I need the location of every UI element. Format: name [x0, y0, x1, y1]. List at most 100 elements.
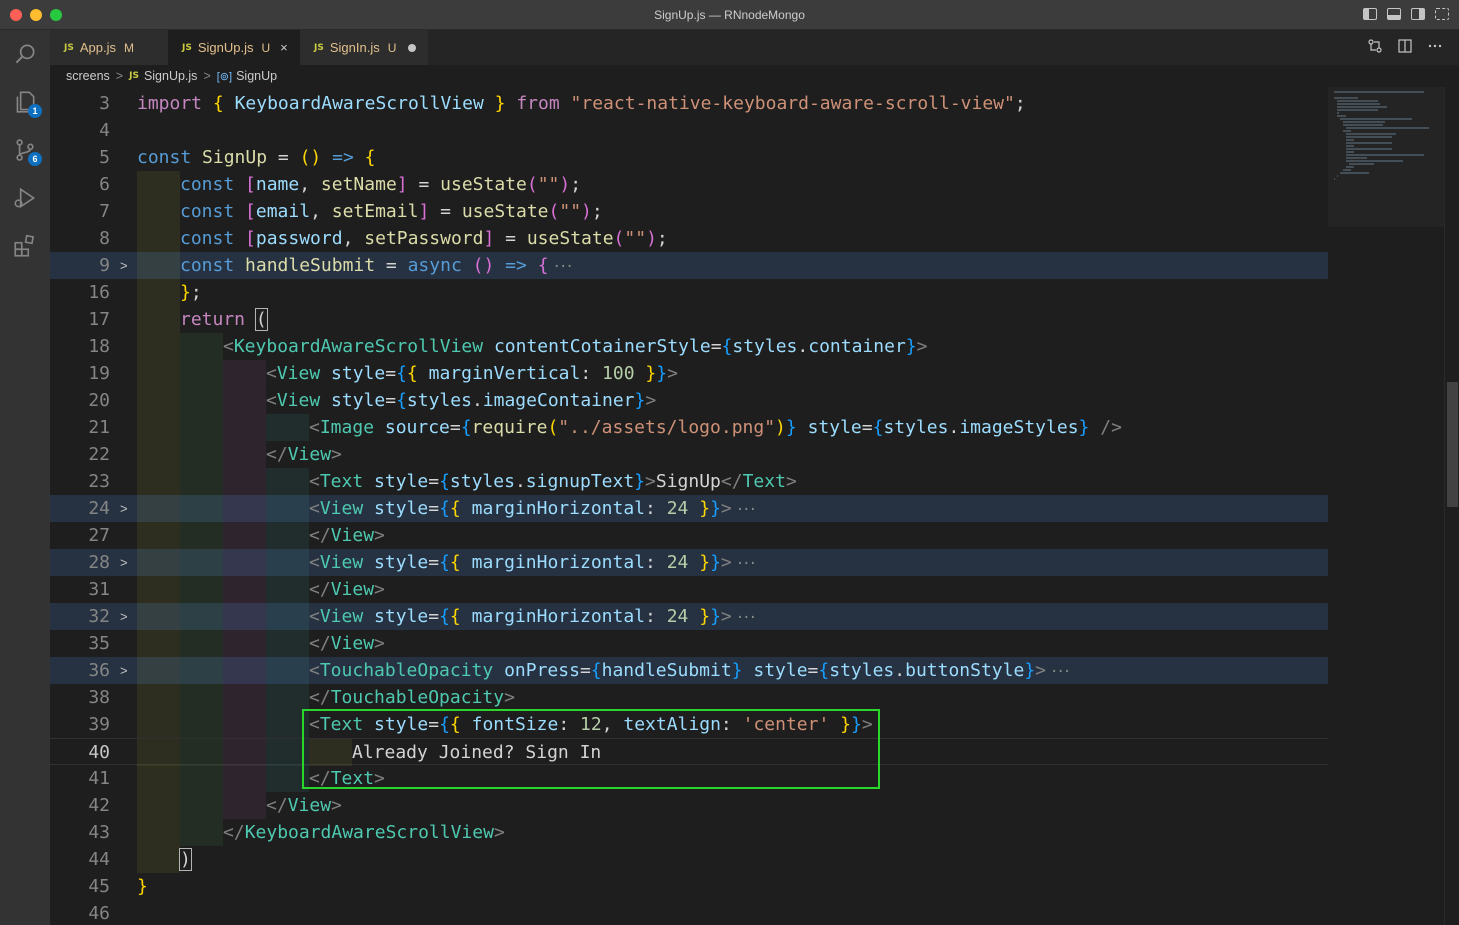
code-line[interactable]: 32 > <View style={{ marginHorizontal: 24 }…	[50, 603, 1328, 630]
code-token: ;	[656, 228, 668, 249]
code-line[interactable]: 36 > <TouchableOpacity onPress={handleSubm…	[50, 657, 1328, 684]
code-token: ()	[299, 147, 322, 168]
line-number: 21	[88, 417, 110, 438]
code-token: :	[645, 552, 667, 573]
minimap-line	[1346, 166, 1354, 168]
run-debug-activity[interactable]	[0, 174, 50, 222]
code-line[interactable]: 24 > <View style={{ marginHorizontal: 24 }…	[50, 495, 1328, 522]
fold-chevron-icon[interactable]: >	[120, 603, 128, 630]
code-token: SignUp	[655, 471, 721, 492]
folded-ellipsis-icon: ···	[1050, 664, 1071, 680]
unsaved-dot-icon[interactable]	[408, 43, 417, 52]
fold-chevron-icon[interactable]: >	[120, 657, 128, 684]
indent-guide	[266, 684, 309, 711]
code-line[interactable]: 44)	[50, 846, 1328, 873]
indent-guide	[137, 792, 180, 819]
code-line[interactable]: 21 <Image source={require("../assets/logo…	[50, 414, 1328, 441]
source-control-activity[interactable]: 6	[0, 126, 50, 174]
toggle-secondary-sidebar-icon[interactable]	[1411, 8, 1425, 20]
code-line[interactable]: 3 import { KeyboardAwareScrollView } from…	[50, 90, 1328, 117]
title-bar: SignUp.js — RNnodeMongo	[0, 0, 1459, 30]
breadcrumb-folder[interactable]: screens	[66, 69, 110, 83]
explorer-activity[interactable]: 1	[0, 78, 50, 126]
indent-guide	[223, 711, 266, 738]
code-token: {	[439, 498, 450, 519]
code-line[interactable]: 45}	[50, 873, 1328, 900]
code-text: </View>	[309, 576, 385, 603]
compare-changes-icon[interactable]	[1367, 38, 1383, 54]
code-line[interactable]: 4	[50, 117, 1328, 144]
close-icon[interactable]: ×	[280, 40, 288, 55]
tab-signup-js[interactable]: JS SignUp.js U ×	[168, 30, 300, 65]
code-line[interactable]: 27 </View>	[50, 522, 1328, 549]
code-line[interactable]: 46	[50, 900, 1328, 925]
breadcrumb-file[interactable]: SignUp.js	[144, 69, 198, 83]
customize-layout-icon[interactable]	[1435, 8, 1449, 20]
code-token: useState	[461, 201, 549, 222]
code-text: }	[137, 873, 148, 900]
code-line[interactable]: 6 const [name, setName] = useState("");	[50, 171, 1328, 198]
code-token: marginHorizontal	[471, 552, 645, 573]
toggle-sidebar-icon[interactable]	[1363, 8, 1377, 20]
code-line[interactable]: 28 > <View style={{ marginHorizontal: 24 }…	[50, 549, 1328, 576]
code-line[interactable]: 7 const [email, setEmail] = useState("");	[50, 198, 1328, 225]
code-line[interactable]: 9 > const handleSubmit = async () => {···	[50, 252, 1328, 279]
code-token: =	[428, 498, 440, 519]
split-editor-icon[interactable]	[1397, 38, 1413, 54]
code-line[interactable]: 35 </View>	[50, 630, 1328, 657]
code-editor[interactable]: 3 import { KeyboardAwareScrollView } from…	[50, 90, 1328, 925]
minimap[interactable]	[1328, 87, 1444, 925]
line-number: 20	[88, 390, 110, 411]
search-activity[interactable]	[0, 30, 50, 78]
code-line[interactable]: 19 <View style={{ marginVertical: 100 }}>	[50, 360, 1328, 387]
code-token: useState	[526, 228, 614, 249]
code-line[interactable]: 42 </View>	[50, 792, 1328, 819]
code-line[interactable]: 8 const [password, setPassword] = useStat…	[50, 225, 1328, 252]
code-line[interactable]: 18 <KeyboardAwareScrollView contentCotain…	[50, 333, 1328, 360]
code-token: async	[407, 255, 462, 276]
js-file-icon: JS	[182, 42, 192, 53]
code-token: />	[1100, 417, 1122, 438]
indent-guide	[137, 765, 180, 792]
code-token: import	[137, 93, 203, 114]
code-line[interactable]: 16};	[50, 279, 1328, 306]
minimap-line	[1337, 115, 1346, 117]
code-token: "react-native-keyboard-aware-scroll-view…	[570, 93, 1015, 114]
fold-chevron-icon[interactable]: >	[120, 252, 128, 279]
code-token: :	[645, 606, 667, 627]
code-token: ;	[1014, 93, 1026, 114]
code-text: <View style={{ marginHorizontal: 24 }}> ·…	[309, 549, 757, 578]
more-actions-icon[interactable]	[1427, 38, 1443, 54]
tab-signin-js[interactable]: JS SignIn.js U	[300, 30, 428, 65]
vertical-scrollbar[interactable]	[1444, 87, 1459, 925]
code-line[interactable]: 43 </KeyboardAwareScrollView>	[50, 819, 1328, 846]
code-line[interactable]: 17 return (	[50, 306, 1328, 333]
code-line[interactable]: 22 </View>	[50, 441, 1328, 468]
code-line[interactable]: 5 const SignUp = () => {	[50, 144, 1328, 171]
code-token: </	[309, 579, 331, 600]
code-token: >	[720, 498, 732, 519]
extensions-activity[interactable]	[0, 222, 50, 270]
js-file-icon: JS	[129, 71, 139, 81]
code-token: styles	[406, 390, 472, 411]
indent-guide	[223, 657, 266, 684]
code-line[interactable]: 31 </View>	[50, 576, 1328, 603]
code-token: >	[720, 552, 732, 573]
fold-chevron-icon[interactable]: >	[120, 549, 128, 576]
breadcrumb-symbol[interactable]: SignUp	[236, 69, 277, 83]
toggle-panel-icon[interactable]	[1387, 8, 1401, 20]
code-line[interactable]: 38 </TouchableOpacity>	[50, 684, 1328, 711]
code-text: </KeyboardAwareScrollView>	[223, 819, 505, 846]
scrollbar-thumb[interactable]	[1447, 382, 1458, 507]
code-token: {	[721, 336, 733, 357]
indent-guide	[137, 549, 180, 576]
minimap-line	[1349, 163, 1375, 165]
fold-chevron-icon[interactable]: >	[120, 495, 128, 522]
code-token: }	[634, 390, 646, 411]
code-line[interactable]: 20 <View style={styles.imageContainer}>	[50, 387, 1328, 414]
code-token: email	[255, 201, 311, 222]
code-line[interactable]: 23 <Text style={styles.signupText}>SignUp…	[50, 468, 1328, 495]
tab-app-js[interactable]: JS App.js M	[50, 30, 168, 65]
